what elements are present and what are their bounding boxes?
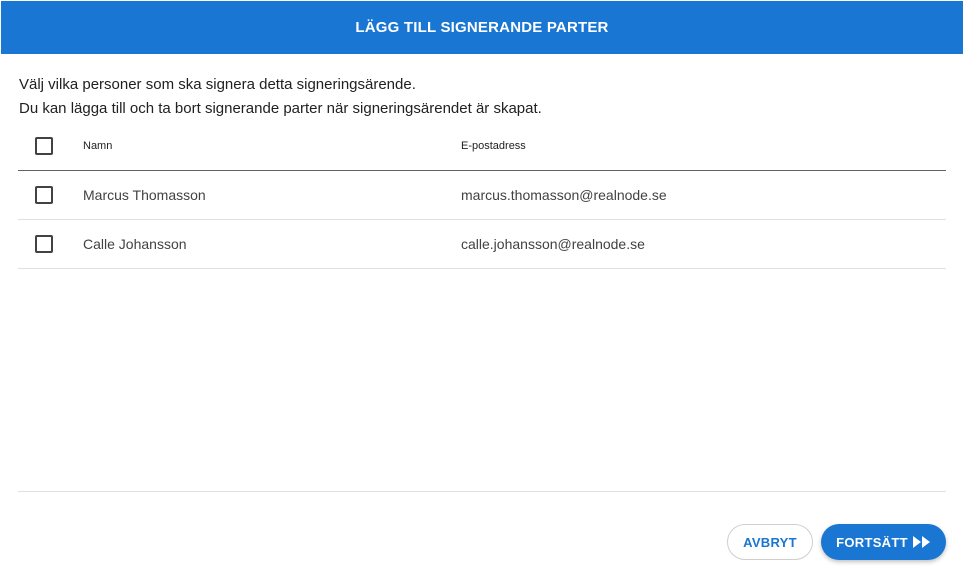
signer-email: marcus.thomasson@realnode.se: [461, 187, 667, 203]
select-all-checkbox[interactable]: [35, 137, 53, 155]
intro-line-1: Välj vilka personer som ska signera dett…: [19, 76, 416, 93]
column-header-email: E-postadress: [461, 139, 526, 152]
continue-button-label: FORTSÄTT: [836, 534, 908, 550]
table-row[interactable]: Marcus Thomasson marcus.thomasson@realno…: [18, 171, 946, 220]
fast-forward-icon: [912, 536, 931, 548]
continue-button[interactable]: FORTSÄTT: [821, 524, 946, 560]
signer-name: Marcus Thomasson: [83, 187, 206, 203]
dialog-title: LÄGG TILL SIGNERANDE PARTER: [355, 19, 609, 36]
table-header-row: Namn E-postadress: [18, 121, 946, 171]
intro-text: Välj vilka personer som ska signera dett…: [19, 73, 542, 121]
cancel-button-label: AVBRYT: [743, 534, 797, 550]
signers-table: Namn E-postadress Marcus Thomasson marcu…: [18, 121, 946, 269]
intro-line-2: Du kan lägga till och ta bort signerande…: [19, 100, 542, 117]
dialog-header: LÄGG TILL SIGNERANDE PARTER: [1, 1, 963, 54]
footer-divider: [18, 491, 946, 492]
cancel-button[interactable]: AVBRYT: [727, 524, 813, 560]
row-checkbox[interactable]: [35, 235, 53, 253]
row-checkbox[interactable]: [35, 186, 53, 204]
signer-email: calle.johansson@realnode.se: [461, 236, 645, 252]
signer-name: Calle Johansson: [83, 236, 187, 252]
table-row[interactable]: Calle Johansson calle.johansson@realnode…: [18, 220, 946, 269]
column-header-name: Namn: [83, 139, 113, 152]
add-signing-parties-dialog: LÄGG TILL SIGNERANDE PARTER Välj vilka p…: [1, 1, 963, 576]
